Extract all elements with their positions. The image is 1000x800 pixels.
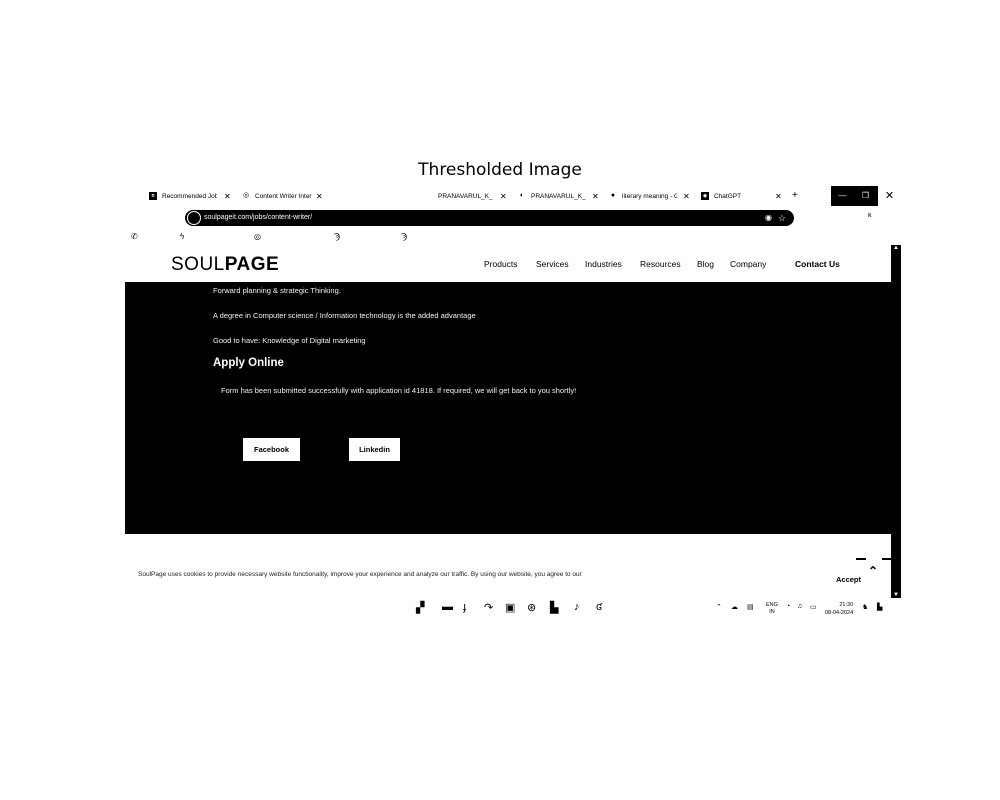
tab-label: ChatGPT <box>714 192 742 200</box>
nav-blog[interactable]: Blog <box>697 259 714 269</box>
calendar-app-icon[interactable]: ▣ <box>505 601 515 614</box>
nav-resources[interactable]: Resources <box>640 259 681 269</box>
logo-bold: PAGE <box>224 254 280 275</box>
screenshot: n Recommended Jobs ✕ ◎ Content Writer In… <box>125 183 901 620</box>
cookie-text: SoulPage uses cookies to provide necessa… <box>138 571 582 578</box>
site-header: SOULPAGE Products Services Industries Re… <box>125 245 891 282</box>
window-controls: — ❐ ✕ <box>831 186 901 206</box>
tab-label: PRANAVARUL_K_21 <box>531 192 586 200</box>
eye-slash-icon[interactable]: ◉ <box>765 210 772 226</box>
music-icon[interactable]: ♪ <box>574 601 580 613</box>
tab-label: PRANAVARUL_K_21 <box>438 192 493 200</box>
app-icon[interactable]: ɟ <box>463 601 466 613</box>
tab-label: Content Writer Inter <box>255 192 312 200</box>
scroll-to-top-icon[interactable]: ⌃ <box>868 564 878 578</box>
tab-recommended-jobs[interactable]: n Recommended Jobs ✕ <box>149 189 231 203</box>
linkedin-button[interactable]: Linkedin <box>349 438 400 461</box>
url-text: soulpageit.com/jobs/content-writer/ <box>204 214 313 221</box>
naukri-icon: n <box>149 192 157 200</box>
site-info-icon[interactable] <box>187 211 201 225</box>
tab-label: literary meaning - G <box>622 192 677 200</box>
bookmark-star-icon[interactable]: ☆ <box>778 210 786 226</box>
tab-literary-meaning[interactable]: ● literary meaning - G ✕ <box>609 189 690 203</box>
bookmark-icon[interactable]: Ϡ <box>401 232 407 241</box>
nav-industries[interactable]: Industries <box>585 259 622 269</box>
minimize-icon[interactable]: — <box>831 186 854 206</box>
taskview-icon[interactable]: ▬ <box>442 601 453 613</box>
start-icon[interactable]: ▞ <box>416 601 424 614</box>
scroll-up-icon[interactable]: ▲ <box>893 245 899 251</box>
close-tab-icon[interactable]: ✕ <box>775 192 782 201</box>
nav-products[interactable]: Products <box>484 259 518 269</box>
tab-content-writer[interactable]: ◎ Content Writer Inter ✕ <box>242 189 323 203</box>
whatsapp-bookmark-icon[interactable]: ✆ <box>131 232 138 241</box>
instagram-bookmark-icon[interactable]: ◎ <box>254 232 261 241</box>
notification-bell-icon[interactable]: ♞ <box>862 603 868 611</box>
nav-company[interactable]: Company <box>730 259 766 269</box>
divider <box>882 558 892 560</box>
requirement-text: Good to have: Knowledge of Digital marke… <box>213 336 366 345</box>
logo-light: SOUL <box>171 254 225 275</box>
chrome-taskbar-icon[interactable]: ⊛ <box>527 601 536 614</box>
region-code: IN <box>769 609 775 615</box>
accept-cookies-button[interactable]: Accept <box>836 575 861 584</box>
tray-app-icon[interactable]: ▤ <box>747 603 754 611</box>
new-tab-button[interactable]: + <box>792 189 798 203</box>
app-icon[interactable]: ʛ <box>596 601 602 613</box>
battery-icon[interactable]: ▭ <box>810 603 817 611</box>
lang-code: ENG <box>766 602 778 608</box>
figure-title: Thresholded Image <box>418 160 582 180</box>
scroll-down-icon[interactable]: ▼ <box>893 592 899 598</box>
edge-icon[interactable]: ↷ <box>484 601 493 614</box>
extension-icon[interactable]: κ <box>868 212 872 219</box>
address-bar[interactable]: soulpageit.com/jobs/content-writer/ ◉ ☆ <box>185 210 794 226</box>
apply-online-heading: Apply Online <box>213 357 284 369</box>
volume-icon[interactable]: ♫ <box>797 603 802 610</box>
nav-contact-us[interactable]: Contact Us <box>795 259 840 269</box>
store-icon[interactable]: ▙ <box>550 601 558 614</box>
language-indicator[interactable]: ENG IN <box>766 602 778 616</box>
requirement-text: Forward planning & strategic Thinking. <box>213 286 341 295</box>
bookmark-icon[interactable]: Ϡ <box>334 232 340 241</box>
chatgpt-icon: ◆ <box>701 192 709 200</box>
success-message: Form has been submitted successfully wit… <box>221 386 577 395</box>
time: 21:30 <box>839 602 854 608</box>
close-tab-icon[interactable]: ✕ <box>500 192 507 201</box>
tab-chatgpt[interactable]: ◆ ChatGPT ✕ <box>701 189 782 203</box>
close-tab-icon[interactable]: ✕ <box>592 192 599 201</box>
google-icon: ● <box>610 192 616 199</box>
close-tab-icon[interactable]: ✕ <box>316 192 323 201</box>
close-window-icon[interactable]: ✕ <box>877 186 901 206</box>
tray-app-icon[interactable]: ☁ <box>731 603 738 611</box>
page-scrollbar[interactable]: ▲ ▼ <box>891 245 901 598</box>
close-tab-icon[interactable]: ✕ <box>683 192 690 201</box>
wifi-icon[interactable]: ◔ <box>786 603 790 610</box>
soulpage-logo[interactable]: SOULPAGE <box>171 254 279 276</box>
close-tab-icon[interactable]: ✕ <box>224 192 231 201</box>
tab-pranavarul-2[interactable]: ◐ PRANAVARUL_K_21 ✕ <box>518 189 599 203</box>
tab-pranavarul-1[interactable]: PRANAVARUL_K_21 ✕ <box>438 189 507 203</box>
requirement-text: A degree in Computer science / Informati… <box>213 311 476 320</box>
globe-icon: ◐ <box>519 192 525 199</box>
chrome-icon: ◎ <box>242 192 250 199</box>
restore-icon[interactable]: ❐ <box>854 186 877 206</box>
chevron-up-icon[interactable]: ⌃ <box>716 603 722 611</box>
notification-icon[interactable]: ▙ <box>877 603 882 611</box>
clock[interactable]: 21:30 08-04-2024 <box>825 601 853 617</box>
bookmark-icon[interactable]: ϟ <box>180 232 184 241</box>
job-content: Forward planning & strategic Thinking. A… <box>125 282 891 534</box>
facebook-button[interactable]: Facebook <box>243 438 300 461</box>
nav-services[interactable]: Services <box>536 259 569 269</box>
tab-label: Recommended Jobs <box>162 192 217 200</box>
divider <box>856 558 866 560</box>
date: 08-04-2024 <box>825 610 854 616</box>
